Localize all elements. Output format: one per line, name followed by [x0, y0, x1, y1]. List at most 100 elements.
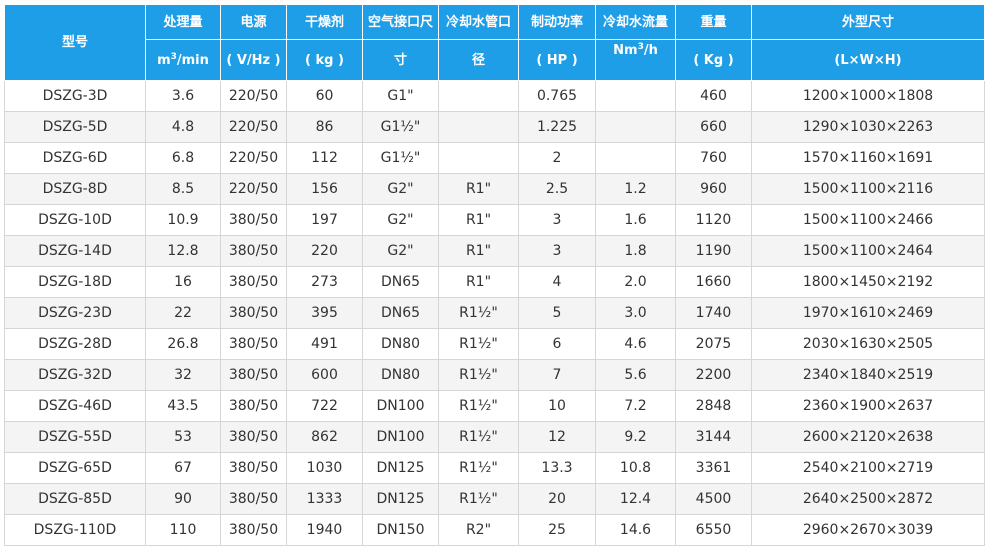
header-dimensions-unit: (L×W×H) [751, 39, 985, 81]
cell-water-pipe [438, 111, 519, 143]
cell-model: DSZG-14D [4, 235, 146, 267]
cell-weight: 760 [675, 142, 752, 174]
cell-brake-power: 20 [518, 483, 596, 515]
cell-desiccant: 60 [286, 80, 363, 112]
cell-brake-power: 7 [518, 359, 596, 391]
cell-power: 380/50 [220, 452, 287, 484]
cell-capacity: 10.9 [145, 204, 221, 236]
table-row: DSZG-110D 110 380/50 1940 DN150 R2" 25 14.6 6550… [4, 514, 985, 546]
cell-model: DSZG-28D [4, 328, 146, 360]
cell-power: 380/50 [220, 514, 287, 546]
cell-air-port: DN80 [362, 359, 439, 391]
table-row: DSZG-85D 90 380/50 1333 DN125 R1½" 20 12.4 4500 2… [4, 483, 985, 515]
cell-power: 380/50 [220, 297, 287, 329]
cell-weight: 4500 [675, 483, 752, 515]
cell-capacity: 12.8 [145, 235, 221, 267]
table-row: DSZG-18D 16 380/50 273 DN65 R1" 4 2.0 1660 1800×1… [4, 266, 985, 298]
cell-weight: 3361 [675, 452, 752, 484]
cell-dimensions: 1570×1160×1691 [751, 142, 985, 174]
cell-model: DSZG-85D [4, 483, 146, 515]
cell-desiccant: 1940 [286, 514, 363, 546]
header-brake-power: 制动功率 [518, 4, 596, 40]
cell-air-port: DN125 [362, 483, 439, 515]
cell-desiccant: 491 [286, 328, 363, 360]
cell-desiccant: 86 [286, 111, 363, 143]
table-row: DSZG-14D 12.8 380/50 220 G2" R1" 3 1.8 1190 1500×… [4, 235, 985, 267]
cell-dimensions: 1200×1000×1808 [751, 80, 985, 112]
cell-power: 220/50 [220, 142, 287, 174]
cell-water-pipe: R1" [438, 204, 519, 236]
cell-power: 380/50 [220, 421, 287, 453]
header-weight-unit: ( Kg ) [675, 39, 752, 81]
cell-desiccant: 395 [286, 297, 363, 329]
cell-model: DSZG-5D [4, 111, 146, 143]
cell-power: 380/50 [220, 235, 287, 267]
table-row: DSZG-3D 3.6 220/50 60 G1" 0.765 460 1200×1000×1… [4, 80, 985, 112]
cell-capacity: 53 [145, 421, 221, 453]
cell-air-port: G2" [362, 173, 439, 205]
header-brake-power-unit: ( HP ) [518, 39, 596, 81]
cell-power: 380/50 [220, 483, 287, 515]
table-header: 型号 处理量 电源 干燥剂 空气接口尺 冷却水管口 制动功率 冷却水流量 重量 … [4, 4, 985, 81]
cell-capacity: 6.8 [145, 142, 221, 174]
cell-dimensions: 1970×1610×2469 [751, 297, 985, 329]
cell-model: DSZG-18D [4, 266, 146, 298]
cell-dimensions: 2540×2100×2719 [751, 452, 985, 484]
header-desiccant-unit: ( kg ) [286, 39, 363, 81]
cell-power: 220/50 [220, 80, 287, 112]
cell-weight: 960 [675, 173, 752, 205]
cell-weight: 1660 [675, 266, 752, 298]
cell-air-port: DN65 [362, 297, 439, 329]
cell-dimensions: 2360×1900×2637 [751, 390, 985, 422]
header-air-port-unit: 寸 [362, 39, 439, 81]
cell-desiccant: 1030 [286, 452, 363, 484]
cell-capacity: 67 [145, 452, 221, 484]
cell-brake-power: 2.5 [518, 173, 596, 205]
cell-power: 380/50 [220, 266, 287, 298]
header-weight: 重量 [675, 4, 752, 40]
cell-capacity: 16 [145, 266, 221, 298]
cell-water-flow: 5.6 [595, 359, 676, 391]
cell-capacity: 110 [145, 514, 221, 546]
cell-air-port: G2" [362, 235, 439, 267]
cell-water-flow: 1.8 [595, 235, 676, 267]
cell-weight: 2075 [675, 328, 752, 360]
cell-desiccant: 197 [286, 204, 363, 236]
cell-water-flow: 12.4 [595, 483, 676, 515]
cell-capacity: 43.5 [145, 390, 221, 422]
cell-water-flow [595, 80, 676, 112]
cell-capacity: 26.8 [145, 328, 221, 360]
cell-water-flow: 4.6 [595, 328, 676, 360]
cell-desiccant: 112 [286, 142, 363, 174]
cell-dimensions: 1500×1100×2466 [751, 204, 985, 236]
cell-air-port: G2" [362, 204, 439, 236]
header-model: 型号 [4, 4, 146, 81]
cell-model: DSZG-55D [4, 421, 146, 453]
cell-water-flow: 7.2 [595, 390, 676, 422]
cell-dimensions: 1500×1100×2464 [751, 235, 985, 267]
cell-water-flow: 1.2 [595, 173, 676, 205]
table-row: DSZG-23D 22 380/50 395 DN65 R1½" 5 3.0 1740 1970×… [4, 297, 985, 329]
cell-dimensions: 1290×1030×2263 [751, 111, 985, 143]
cell-brake-power: 13.3 [518, 452, 596, 484]
table-body: DSZG-3D 3.6 220/50 60 G1" 0.765 460 1200×1000×1… [4, 80, 985, 546]
cell-water-pipe: R1½" [438, 421, 519, 453]
cell-power: 380/50 [220, 328, 287, 360]
cell-air-port: DN100 [362, 390, 439, 422]
cell-brake-power: 3 [518, 204, 596, 236]
header-desiccant: 干燥剂 [286, 4, 363, 40]
table-row: DSZG-55D 53 380/50 862 DN100 R1½" 12 9.2 3144 260… [4, 421, 985, 453]
cell-weight: 460 [675, 80, 752, 112]
cell-brake-power: 1.225 [518, 111, 596, 143]
cell-water-pipe: R1½" [438, 483, 519, 515]
capacity-unit-post: /min [176, 52, 209, 68]
cell-weight: 660 [675, 111, 752, 143]
cell-water-pipe: R1" [438, 173, 519, 205]
cell-water-pipe: R1½" [438, 359, 519, 391]
table-row: DSZG-28D 26.8 380/50 491 DN80 R1½" 6 4.6 2075 203… [4, 328, 985, 360]
cell-water-pipe: R1½" [438, 390, 519, 422]
cell-water-pipe: R1½" [438, 297, 519, 329]
cell-water-pipe [438, 80, 519, 112]
cell-desiccant: 600 [286, 359, 363, 391]
cell-model: DSZG-46D [4, 390, 146, 422]
